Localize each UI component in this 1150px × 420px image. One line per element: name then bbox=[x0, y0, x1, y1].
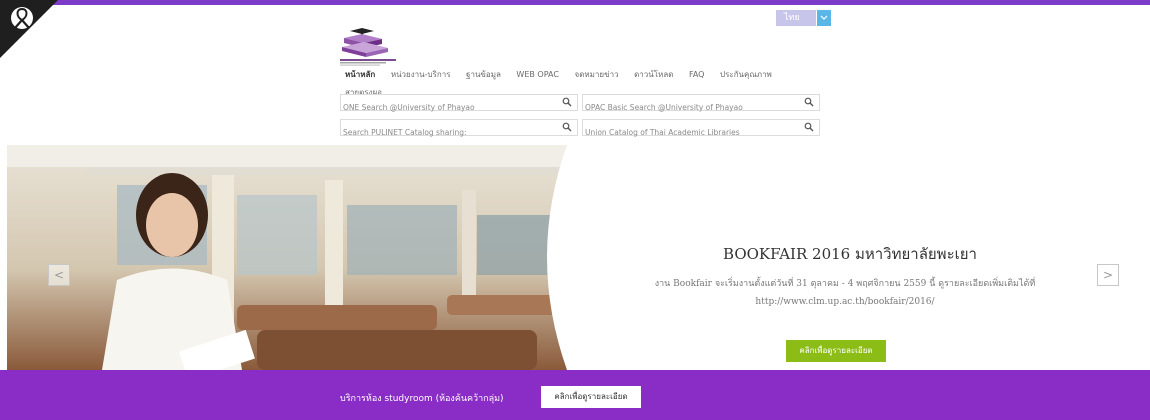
slide-details-button[interactable]: คลิกเพื่อดูรายละเอียด bbox=[786, 340, 886, 362]
slider-next-button[interactable]: > bbox=[1097, 264, 1119, 286]
nav-quality-assurance[interactable]: ประกันคุณภาพ bbox=[720, 70, 772, 79]
slider-prev-button[interactable]: < bbox=[48, 264, 70, 286]
studyroom-details-button[interactable]: คลิกเพื่อดูรายละเอียด bbox=[541, 386, 641, 408]
one-search-box bbox=[340, 94, 578, 115]
mourning-ribbon-icon bbox=[0, 0, 58, 58]
language-select[interactable]: ไทย bbox=[776, 10, 816, 26]
slide-title: BOOKFAIR 2016 มหาวิทยาลัยพะเยา bbox=[723, 245, 977, 263]
nav-web-opac[interactable]: WEB OPAC bbox=[516, 70, 559, 79]
nav-departments-services[interactable]: หน่วยงาน-บริการ bbox=[391, 70, 451, 79]
search-icon[interactable] bbox=[562, 122, 572, 132]
one-search-input[interactable] bbox=[341, 100, 545, 115]
search-icon[interactable] bbox=[804, 122, 814, 132]
nav-newsletter[interactable]: จดหมายข่าว bbox=[575, 70, 619, 79]
top-accent-bar bbox=[0, 0, 1150, 5]
search-icon[interactable] bbox=[562, 97, 572, 107]
chevron-down-icon bbox=[820, 15, 828, 20]
language-dropdown-button[interactable] bbox=[817, 10, 831, 26]
pulinet-search-input[interactable] bbox=[341, 125, 545, 140]
pulinet-search-box bbox=[340, 119, 578, 140]
library-logo[interactable] bbox=[340, 28, 396, 66]
union-catalog-search-input[interactable] bbox=[583, 125, 787, 140]
opac-search-box bbox=[582, 94, 820, 115]
nav-faq[interactable]: FAQ bbox=[689, 70, 705, 79]
nav-download[interactable]: ดาวน์โหลด bbox=[634, 70, 673, 79]
slide-description: งาน Bookfair จะเริ่มงานตั้งแต่วันที่ 31 … bbox=[654, 279, 1036, 307]
opac-search-input[interactable] bbox=[583, 100, 787, 115]
nav-home[interactable]: หน้าหลัก bbox=[345, 70, 375, 79]
search-icon[interactable] bbox=[804, 97, 814, 107]
nav-databases[interactable]: ฐานข้อมูล bbox=[466, 70, 501, 79]
union-catalog-search-box bbox=[582, 119, 820, 140]
studyroom-banner-text: บริการห้อง studyroom (ห้องค้นคว้ากลุ่ม) bbox=[340, 394, 504, 404]
